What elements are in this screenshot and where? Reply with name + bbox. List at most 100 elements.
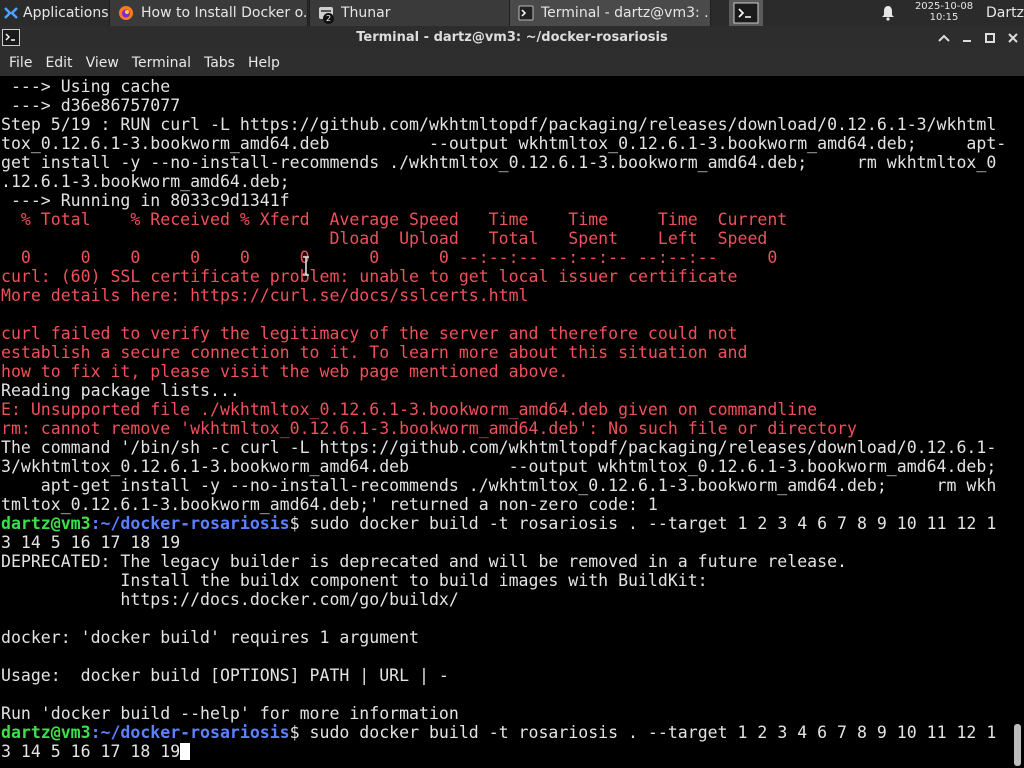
line-text: .12.6.1-3.bookworm_amd64.deb; [1, 172, 290, 191]
terminal-line: 3/wkhtmltox_0.12.6.1-3.bookworm_amd64.de… [1, 457, 1006, 476]
maximize-button[interactable] [981, 29, 999, 47]
window-title: Terminal - dartz@vm3: ~/docker-rosariosi… [356, 30, 668, 45]
terminal-lines: ---> Using cache ---> d36e86757077 Step 5… [1, 77, 1006, 761]
terminal-line: establish a secure connection to it. To … [1, 343, 1006, 362]
line-text: docker: 'docker build' requires 1 argume… [1, 628, 420, 647]
user-label: Dartz [986, 5, 1024, 21]
taskbar-item-thunar[interactable]: Thunar 2 [309, 0, 510, 26]
line-text: apt-get install -y --no-install-recommen… [1, 476, 997, 495]
terminal-line: get install -y --no-install-recommends .… [1, 153, 1006, 172]
clock-date: 2025-10-08 [914, 1, 974, 12]
terminal-line: Usage: docker build [OPTIONS] PATH | URL… [1, 666, 1006, 685]
menubar: File Edit View Terminal Tabs Help [0, 50, 1024, 76]
minimize-button[interactable] [958, 29, 976, 47]
line-text: Step 5/19 : RUN curl -L https://github.c… [1, 115, 997, 134]
terminal-scrollbar[interactable] [1012, 76, 1024, 768]
terminal-line: The command '/bin/sh -c curl -L https://… [1, 438, 1006, 457]
terminal-line: More details here: https://curl.se/docs/… [1, 286, 1006, 305]
taskbar-item-label: Terminal - dartz@vm3: ... [541, 5, 711, 21]
window-titlebar[interactable]: Terminal - dartz@vm3: ~/docker-rosariosi… [0, 26, 1024, 50]
text-cursor-ibeam-icon [303, 256, 309, 276]
minimize-icon [963, 40, 971, 42]
menu-view[interactable]: View [86, 55, 119, 71]
command-text: $ sudo docker build -t rosariosis . --ta… [289, 723, 997, 742]
terminal-line: E: Unsupported file ./wkhtmltox_0.12.6.1… [1, 400, 1006, 419]
window-count-badge: 2 [323, 13, 334, 24]
chevron-up-icon [938, 34, 950, 42]
line-text: Dload Upload Total Spent Left Speed [1, 229, 768, 248]
menu-edit[interactable]: Edit [45, 55, 72, 71]
applications-label: Applications [23, 5, 108, 21]
terminal-icon [518, 5, 534, 21]
line-text: 3 14 5 16 17 18 19 [1, 742, 181, 761]
launcher-terminal-button[interactable] [729, 0, 763, 26]
prompt-user: dartz@vm3 [1, 723, 91, 742]
line-text: Reading package lists... [1, 381, 240, 400]
prompt-line: dartz@vm3:~/docker-rosariosis$ sudo dock… [1, 514, 1006, 533]
line-text: ---> Using cache [1, 77, 171, 96]
line-text: ---> Running in 8033c9d1341f [1, 191, 290, 210]
notification-bell-icon[interactable] [880, 5, 896, 21]
terminal-line: DEPRECATED: The legacy builder is deprec… [1, 552, 1006, 571]
line-text: rm: cannot remove 'wkhtmltox_0.12.6.1-3.… [1, 419, 857, 438]
terminal-line: docker: 'docker build' requires 1 argume… [1, 628, 1006, 647]
clock[interactable]: 2025-10-08 10:15 [905, 1, 983, 23]
terminal-output[interactable]: ---> Using cache ---> d36e86757077 Step 5… [0, 76, 1012, 768]
line-text: Install the buildx component to build im… [1, 571, 708, 590]
top-panel: Applications ☰ How to Install Docker o..… [0, 0, 1024, 26]
menu-terminal[interactable]: Terminal [132, 55, 191, 71]
line-text: tox_0.12.6.1-3.bookworm_amd64.deb --outp… [1, 134, 1007, 153]
taskbar-item-label: How to Install Docker o... [141, 5, 308, 21]
prompt-path: :~/docker-rosariosis [90, 723, 290, 742]
line-text: The command '/bin/sh -c curl -L https://… [1, 438, 997, 457]
terminal-line: how to fix it, please visit the web page… [1, 362, 1006, 381]
line-text: tmltox_0.12.6.1-3.bookworm_amd64.deb;' r… [1, 495, 658, 514]
line-text: curl: (60) SSL certificate problem: unab… [1, 267, 738, 286]
terminal-line: Run 'docker build --help' for more infor… [1, 704, 1006, 723]
prompt-user: dartz@vm3 [1, 514, 91, 533]
applications-icon [4, 7, 18, 19]
line-text: curl failed to verify the legitimacy of … [1, 324, 738, 343]
firefox-icon [119, 6, 133, 20]
line-text: Run 'docker build --help' for more infor… [1, 704, 459, 723]
terminal-line: .12.6.1-3.bookworm_amd64.deb; [1, 172, 1006, 191]
terminal-icon [733, 2, 759, 24]
collapse-button[interactable] [935, 29, 953, 47]
terminal-line: ---> d36e86757077 [1, 96, 1006, 115]
command-text: $ sudo docker build -t rosariosis . --ta… [289, 514, 997, 533]
terminal-line: 0 0 0 0 0 0 0 0 --:--:-- --:--:-- --:--:… [1, 248, 1006, 267]
applications-menu-button[interactable]: Applications ☰ [0, 0, 108, 26]
taskbar-item-browser[interactable]: How to Install Docker o... [109, 0, 308, 26]
line-text: E: Unsupported file ./wkhtmltox_0.12.6.1… [1, 400, 818, 419]
terminal-line: curl failed to verify the legitimacy of … [1, 324, 1006, 343]
terminal-line: Install the buildx component to build im… [1, 571, 1006, 590]
close-icon [1008, 33, 1018, 43]
line-text: https://docs.docker.com/go/buildx/ [1, 590, 459, 609]
menu-tabs[interactable]: Tabs [204, 55, 235, 71]
terminal-line: tox_0.12.6.1-3.bookworm_amd64.deb --outp… [1, 134, 1006, 153]
scrollbar-thumb[interactable] [1014, 724, 1021, 766]
clock-time: 10:15 [929, 12, 959, 23]
taskbar-item-terminal[interactable]: Terminal - dartz@vm3: ... [509, 0, 711, 26]
menu-help[interactable]: Help [248, 55, 280, 71]
line-text: establish a secure connection to it. To … [1, 343, 748, 362]
line-text: get install -y --no-install-recommends .… [1, 153, 997, 172]
terminal-line: rm: cannot remove 'wkhtmltox_0.12.6.1-3.… [1, 419, 1006, 438]
menu-file[interactable]: File [9, 55, 32, 71]
terminal-line: Reading package lists... [1, 381, 1006, 400]
terminal-line: apt-get install -y --no-install-recommen… [1, 476, 1006, 495]
prompt-path: :~/docker-rosariosis [90, 514, 290, 533]
terminal-line: tmltox_0.12.6.1-3.bookworm_amd64.deb;' r… [1, 495, 1006, 514]
close-button[interactable] [1004, 29, 1022, 47]
line-text: DEPRECATED: The legacy builder is deprec… [1, 552, 847, 571]
terminal-line: ---> Using cache [1, 77, 1006, 96]
terminal-line: Step 5/19 : RUN curl -L https://github.c… [1, 115, 1006, 134]
line-text: 3 14 5 16 17 18 19 [1, 533, 181, 552]
terminal-line: % Total % Received % Xferd Average Speed… [1, 210, 1006, 229]
user-menu-button[interactable]: Dartz [986, 0, 1024, 26]
terminal-line: https://docs.docker.com/go/buildx/ [1, 590, 1006, 609]
line-text: 3/wkhtmltox_0.12.6.1-3.bookworm_amd64.de… [1, 457, 997, 476]
